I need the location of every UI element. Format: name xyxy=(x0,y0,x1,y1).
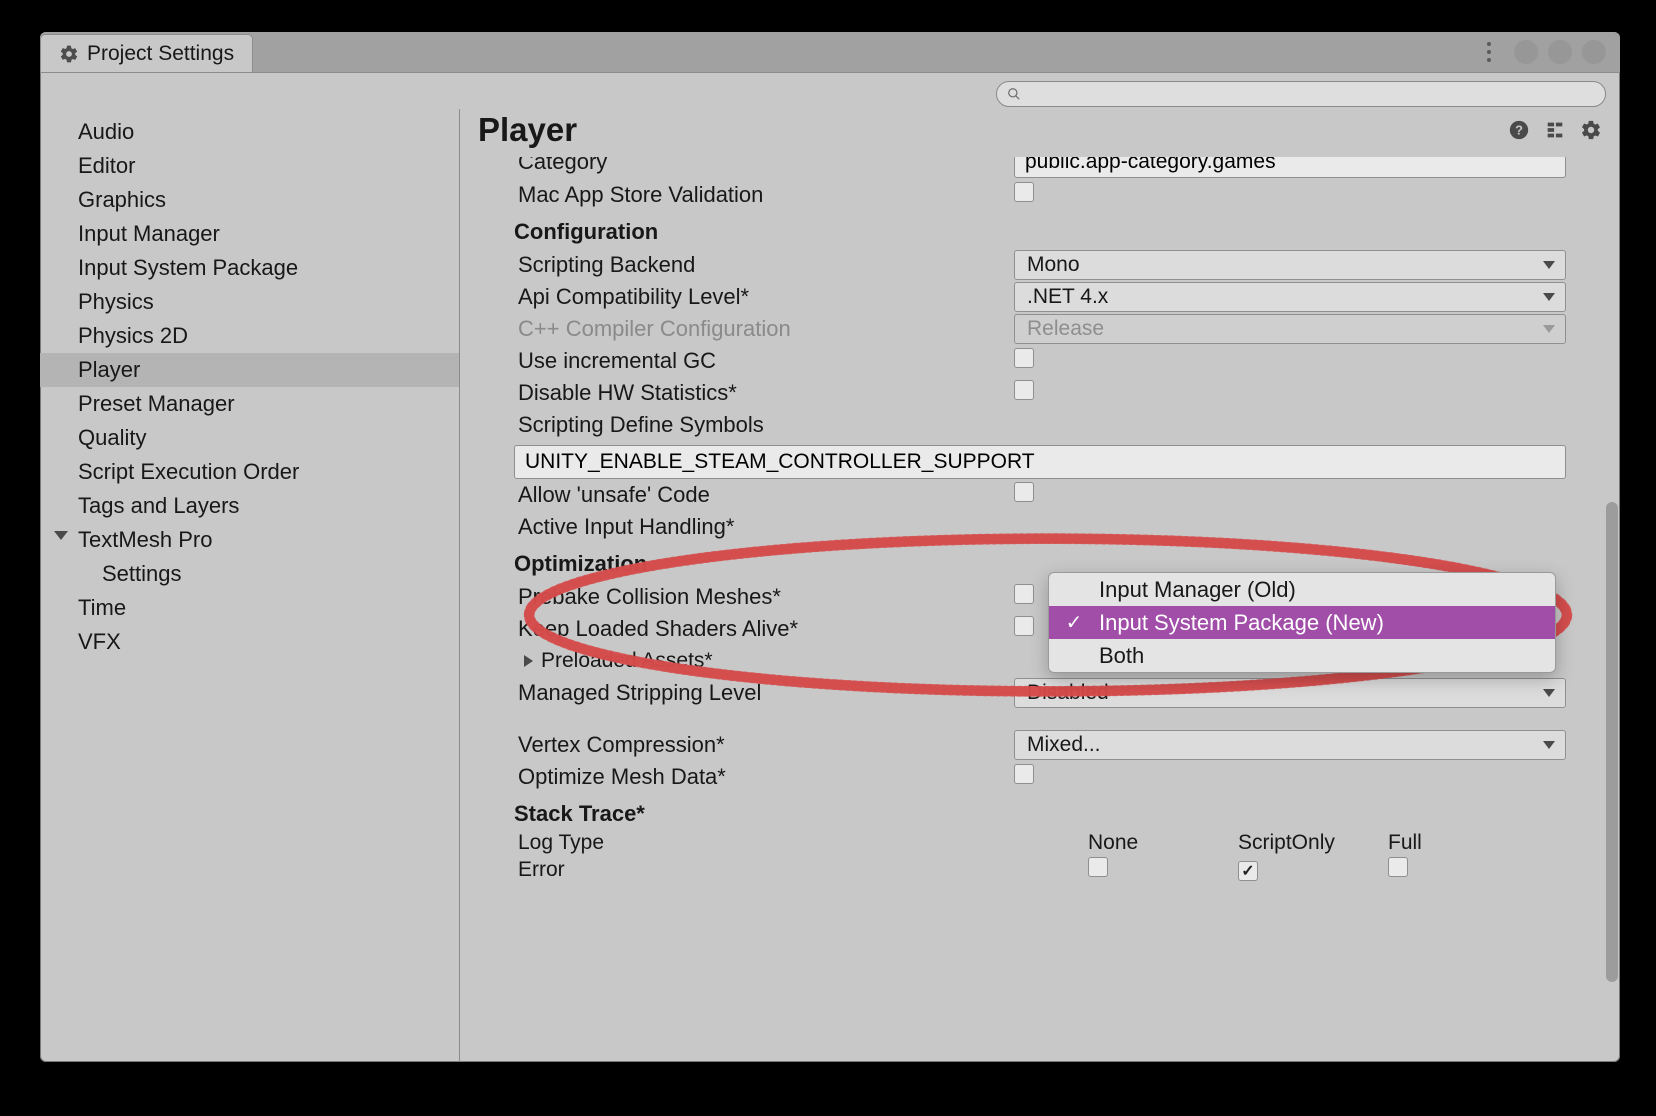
vertex-compression-label: Vertex Compression* xyxy=(514,732,1014,758)
gear-icon xyxy=(59,44,79,64)
window-dot[interactable] xyxy=(1582,40,1606,64)
error-full-checkbox[interactable] xyxy=(1388,857,1408,877)
col-none: None xyxy=(1088,831,1238,855)
unsafe-label: Allow 'unsafe' Code xyxy=(514,482,1014,508)
stack-trace-columns: Log Type None ScriptOnly Full xyxy=(514,831,1566,855)
preloaded-assets-label: Preloaded Assets* xyxy=(541,649,713,673)
api-compat-popup[interactable]: .NET 4.x xyxy=(1014,282,1566,312)
toolbar xyxy=(40,73,1620,109)
disable-hw-checkbox[interactable] xyxy=(1014,380,1034,400)
mac-store-label: Mac App Store Validation xyxy=(514,182,1014,208)
foldout-icon xyxy=(54,531,68,540)
sidebar-item-physics-2d[interactable]: Physics 2D xyxy=(40,319,459,353)
api-compat-label: Api Compatibility Level* xyxy=(514,284,1014,310)
configuration-section: Configuration xyxy=(514,211,1566,249)
cpp-config-popup: Release xyxy=(1014,314,1566,344)
window-tabbar: Project Settings xyxy=(40,32,1620,73)
vertex-compression-popup[interactable]: Mixed... xyxy=(1014,730,1566,760)
chevron-down-icon xyxy=(1543,261,1555,269)
project-settings-window: Project Settings Audio Editor Graphics I… xyxy=(40,32,1620,1062)
chevron-down-icon xyxy=(1543,325,1555,333)
prebake-label: Prebake Collision Meshes* xyxy=(514,584,1014,610)
disable-hw-label: Disable HW Statistics* xyxy=(514,380,1014,406)
prebake-checkbox[interactable] xyxy=(1014,584,1034,604)
svg-text:?: ? xyxy=(1515,123,1523,138)
dropdown-option-old[interactable]: ✓Input Manager (Old) xyxy=(1049,573,1555,606)
keep-shaders-label: Keep Loaded Shaders Alive* xyxy=(514,616,1014,642)
define-symbols-field[interactable] xyxy=(514,445,1566,479)
mac-store-checkbox[interactable] xyxy=(1014,182,1034,202)
unsafe-checkbox[interactable] xyxy=(1014,482,1034,502)
incremental-gc-label: Use incremental GC xyxy=(514,348,1014,374)
stripping-popup[interactable]: Disabled xyxy=(1014,678,1566,708)
dropdown-option-new[interactable]: ✓Input System Package (New) xyxy=(1049,606,1555,639)
incremental-gc-checkbox[interactable] xyxy=(1014,348,1034,368)
help-icon[interactable]: ? xyxy=(1508,119,1530,141)
sidebar-item-time[interactable]: Time xyxy=(40,591,459,625)
gear-icon[interactable] xyxy=(1580,119,1602,141)
sidebar-item-preset-manager[interactable]: Preset Manager xyxy=(40,387,459,421)
sidebar-item-input-manager[interactable]: Input Manager xyxy=(40,217,459,251)
sidebar-item-textmesh-pro-settings[interactable]: Settings xyxy=(40,557,459,591)
sidebar-item-audio[interactable]: Audio xyxy=(40,115,459,149)
col-scriptonly: ScriptOnly xyxy=(1238,831,1388,855)
error-scriptonly-checkbox[interactable] xyxy=(1238,861,1258,881)
optimize-mesh-label: Optimize Mesh Data* xyxy=(514,764,1014,790)
search-input[interactable] xyxy=(996,81,1606,107)
cpp-config-label: C++ Compiler Configuration xyxy=(514,316,1014,342)
window-controls xyxy=(1480,40,1606,64)
error-none-checkbox[interactable] xyxy=(1088,857,1108,877)
sidebar-item-physics[interactable]: Physics xyxy=(40,285,459,319)
stack-trace-section: Stack Trace* xyxy=(514,793,1566,831)
category-field[interactable] xyxy=(1014,157,1566,178)
search-icon xyxy=(1007,87,1021,101)
window-dot[interactable] xyxy=(1514,40,1538,64)
optimize-mesh-checkbox[interactable] xyxy=(1014,764,1034,784)
sidebar-item-input-system-package[interactable]: Input System Package xyxy=(40,251,459,285)
preset-icon[interactable] xyxy=(1544,119,1566,141)
sidebar-item-vfx[interactable]: VFX xyxy=(40,625,459,659)
stripping-label: Managed Stripping Level xyxy=(514,680,1014,706)
sidebar-item-player[interactable]: Player xyxy=(40,353,459,387)
kebab-menu-icon[interactable] xyxy=(1480,40,1498,64)
scripting-backend-popup[interactable]: Mono xyxy=(1014,250,1566,280)
sidebar-item-quality[interactable]: Quality xyxy=(40,421,459,455)
scripting-backend-label: Scripting Backend xyxy=(514,252,1014,278)
sidebar-item-script-execution-order[interactable]: Script Execution Order xyxy=(40,455,459,489)
col-full: Full xyxy=(1388,831,1538,855)
tab-label: Project Settings xyxy=(87,42,234,66)
window-dot[interactable] xyxy=(1548,40,1572,64)
chevron-down-icon xyxy=(1543,293,1555,301)
foldout-icon[interactable] xyxy=(524,655,533,667)
category-label: Category xyxy=(514,157,1014,175)
define-symbols-label: Scripting Define Symbols xyxy=(514,412,1014,438)
chevron-down-icon xyxy=(1543,689,1555,697)
sidebar-item-graphics[interactable]: Graphics xyxy=(40,183,459,217)
settings-sidebar: Audio Editor Graphics Input Manager Inpu… xyxy=(40,109,460,1062)
row-error-label: Error xyxy=(518,858,1088,882)
active-input-label: Active Input Handling* xyxy=(514,514,1014,540)
sidebar-item-editor[interactable]: Editor xyxy=(40,149,459,183)
logtype-header: Log Type xyxy=(518,831,1088,855)
chevron-down-icon xyxy=(1543,741,1555,749)
panel-title: Player xyxy=(478,111,577,149)
sidebar-item-tags-and-layers[interactable]: Tags and Layers xyxy=(40,489,459,523)
active-input-dropdown[interactable]: ✓Input Manager (Old) ✓Input System Packa… xyxy=(1048,572,1556,673)
sidebar-item-textmesh-pro[interactable]: TextMesh Pro xyxy=(40,523,459,557)
tab-project-settings[interactable]: Project Settings xyxy=(40,34,253,72)
dropdown-option-both[interactable]: ✓Both xyxy=(1049,639,1555,672)
panel-header: Player ? xyxy=(460,109,1620,155)
vertical-scrollbar[interactable] xyxy=(1606,502,1618,982)
keep-shaders-checkbox[interactable] xyxy=(1014,616,1034,636)
